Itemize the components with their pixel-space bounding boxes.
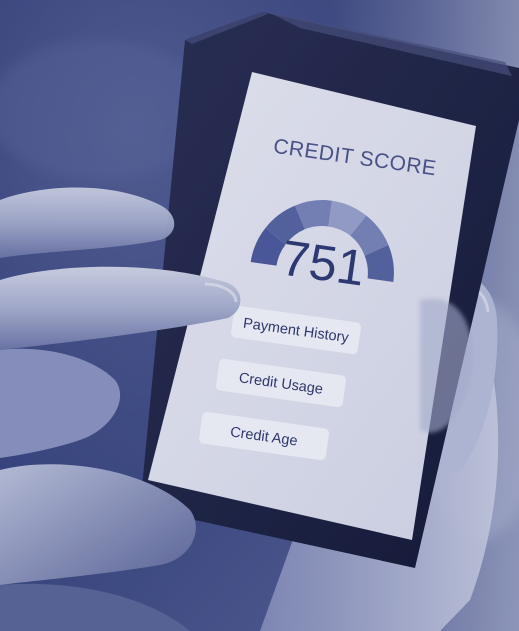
photo-scene: CREDIT SCORE 751 Payment History Credit … [0, 0, 519, 631]
photo-canvas: CREDIT SCORE 751 Payment History Credit … [0, 0, 519, 631]
